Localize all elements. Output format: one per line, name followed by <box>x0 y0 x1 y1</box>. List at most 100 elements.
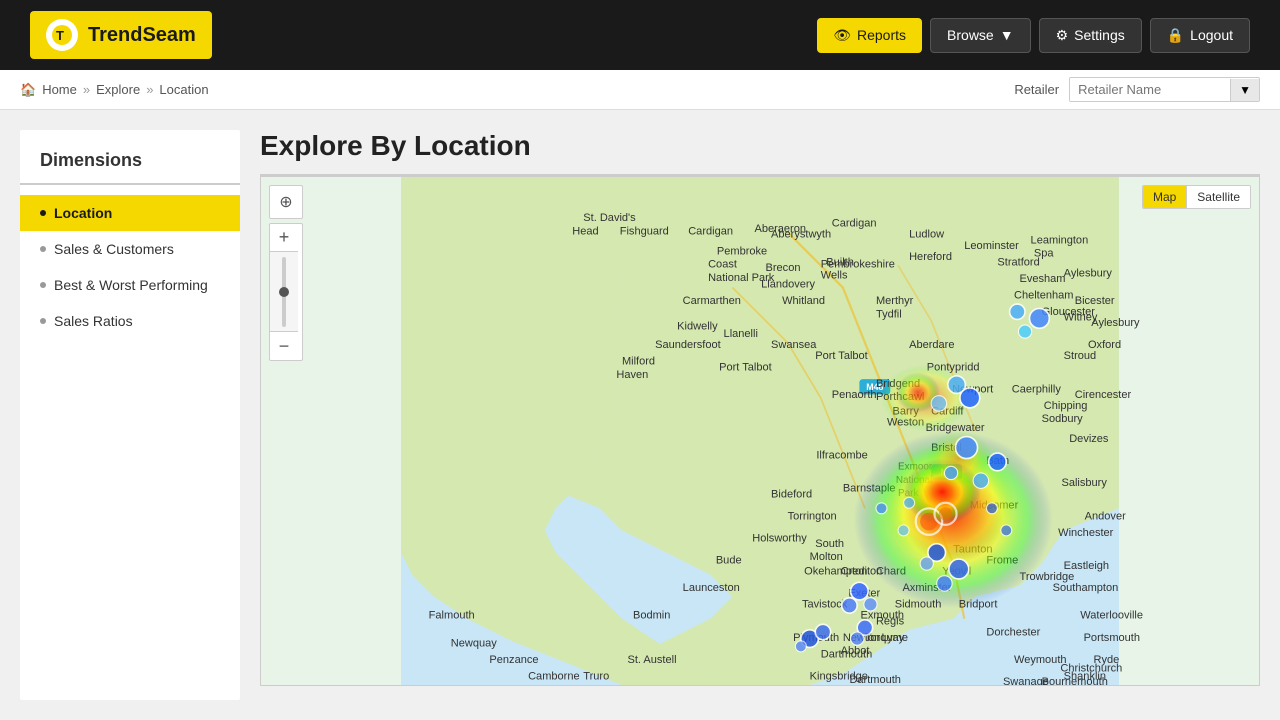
svg-text:Penaorth: Penaorth <box>832 389 877 401</box>
svg-text:Leamington: Leamington <box>1031 234 1089 246</box>
map-background: M48 M5 Leominster Leamington Spa Aylesbu… <box>261 177 1259 685</box>
reports-label: Reports <box>857 27 906 43</box>
sidebar-label-location: Location <box>54 205 112 221</box>
sidebar: Dimensions Location Sales & Customers Be… <box>20 130 240 700</box>
svg-text:Tydfil: Tydfil <box>876 308 902 320</box>
nav-buttons: 👁 Reports Browse ▼ ⚙ Settings 🔒 Logout <box>817 18 1250 53</box>
breadcrumb-sep-1: » <box>83 82 90 97</box>
chevron-down-icon: ▼ <box>1000 27 1014 43</box>
svg-text:Ludlow: Ludlow <box>909 229 944 241</box>
breadcrumb-location: Location <box>159 82 208 97</box>
logo-icon: T <box>46 19 78 51</box>
svg-text:Andover: Andover <box>1085 510 1126 522</box>
bullet-sales <box>40 246 46 252</box>
sidebar-title: Dimensions <box>20 150 240 185</box>
svg-text:Weymouth: Weymouth <box>1014 654 1067 666</box>
zoom-out-button[interactable]: − <box>270 332 298 360</box>
logo[interactable]: T TrendSeam <box>30 11 212 59</box>
svg-text:Pembroke: Pembroke <box>717 245 767 257</box>
svg-text:Wells: Wells <box>821 270 848 282</box>
svg-text:Aylesbury: Aylesbury <box>1091 317 1140 329</box>
svg-text:Waterlooville: Waterlooville <box>1080 610 1143 622</box>
svg-text:Milford: Milford <box>622 356 655 368</box>
svg-text:Launceston: Launceston <box>683 582 740 594</box>
zoom-in-button[interactable]: + <box>270 224 298 252</box>
svg-text:Penzance: Penzance <box>489 654 538 666</box>
svg-text:Cardigan: Cardigan <box>688 225 733 237</box>
svg-text:Saundersfoot: Saundersfoot <box>655 339 721 351</box>
browse-button[interactable]: Browse ▼ <box>930 18 1031 53</box>
sidebar-item-best-worst[interactable]: Best & Worst Performing <box>20 267 240 303</box>
svg-text:South: South <box>815 538 844 550</box>
map-type-satellite-button[interactable]: Satellite <box>1187 186 1250 208</box>
sidebar-label-sales: Sales & Customers <box>54 241 174 257</box>
svg-text:Stroud: Stroud <box>1064 350 1097 362</box>
retailer-filter: Retailer ▼ <box>1014 77 1260 102</box>
gear-icon: ⚙ <box>1056 27 1069 44</box>
svg-text:Caerphilly: Caerphilly <box>1012 383 1062 395</box>
breadcrumb-bar: 🏠 Home » Explore » Location Retailer ▼ <box>0 70 1280 110</box>
breadcrumb-sep-2: » <box>146 82 153 97</box>
bullet-best-worst <box>40 282 46 288</box>
settings-label: Settings <box>1074 27 1125 43</box>
svg-text:Okehampton: Okehampton <box>804 566 867 578</box>
zoom-track <box>282 257 286 327</box>
svg-text:Aberaeron: Aberaeron <box>754 223 806 235</box>
zoom-slider[interactable] <box>270 252 298 332</box>
svg-text:Southampton: Southampton <box>1053 582 1119 594</box>
svg-text:Cardigan: Cardigan <box>832 218 877 230</box>
map-container[interactable]: M48 M5 Leominster Leamington Spa Aylesbu… <box>260 176 1260 686</box>
map-pan-button[interactable]: ⊕ <box>269 185 303 219</box>
sidebar-item-sales-ratios[interactable]: Sales Ratios <box>20 303 240 339</box>
svg-text:T: T <box>56 28 64 43</box>
svg-text:St. David's: St. David's <box>583 212 636 224</box>
header: T TrendSeam 👁 Reports Browse ▼ ⚙ Setting… <box>0 0 1280 70</box>
retailer-name-input[interactable] <box>1070 78 1230 101</box>
bullet-sales-ratios <box>40 318 46 324</box>
reports-button[interactable]: 👁 Reports <box>817 18 922 53</box>
svg-text:Aberdare: Aberdare <box>909 339 954 351</box>
sidebar-item-location[interactable]: Location <box>20 195 240 231</box>
map-controls: ⊕ + − <box>269 185 303 361</box>
svg-text:Ilfracombe: Ilfracombe <box>816 450 868 462</box>
svg-text:Sodbury: Sodbury <box>1042 413 1084 425</box>
svg-text:Chipping: Chipping <box>1044 400 1088 412</box>
home-icon: 🏠 <box>20 82 36 98</box>
svg-text:Kidwelly: Kidwelly <box>677 320 718 332</box>
breadcrumb-home[interactable]: Home <box>42 82 77 97</box>
svg-text:Cheltenham: Cheltenham <box>1014 289 1073 301</box>
svg-text:Christchurch: Christchurch <box>1060 663 1122 675</box>
map-section: Explore By Location <box>260 130 1260 700</box>
svg-text:Llandovery: Llandovery <box>761 278 815 290</box>
svg-text:Molton: Molton <box>810 551 843 563</box>
logo-text: TrendSeam <box>88 24 196 47</box>
settings-button[interactable]: ⚙ Settings <box>1039 18 1142 53</box>
svg-text:Holsworthy: Holsworthy <box>752 532 807 544</box>
lock-icon: 🔒 <box>1167 27 1184 44</box>
svg-text:Carmarthen: Carmarthen <box>683 295 741 307</box>
page-title: Explore By Location <box>260 130 1260 162</box>
svg-text:Haven: Haven <box>616 369 648 381</box>
map-zoom-control: + − <box>269 223 303 361</box>
svg-text:Torrington: Torrington <box>788 510 837 522</box>
map-type-map-button[interactable]: Map <box>1143 186 1186 208</box>
svg-text:Leominster: Leominster <box>964 240 1019 252</box>
svg-text:Bournemouth: Bournemouth <box>1042 676 1108 685</box>
svg-text:Bideford: Bideford <box>771 488 812 500</box>
retailer-dropdown-button[interactable]: ▼ <box>1230 79 1259 101</box>
sidebar-item-sales[interactable]: Sales & Customers <box>20 231 240 267</box>
logout-button[interactable]: 🔒 Logout <box>1150 18 1250 53</box>
svg-text:Bodmin: Bodmin <box>633 610 670 622</box>
zoom-thumb <box>279 287 289 297</box>
svg-text:Builth: Builth <box>826 256 854 268</box>
breadcrumb: 🏠 Home » Explore » Location <box>20 82 209 98</box>
svg-text:Stratford: Stratford <box>997 256 1039 268</box>
svg-text:Abbot: Abbot <box>841 645 870 657</box>
breadcrumb-explore[interactable]: Explore <box>96 82 140 97</box>
svg-text:Head: Head <box>572 225 598 237</box>
retailer-select-wrapper: ▼ <box>1069 77 1260 102</box>
svg-text:Swansea: Swansea <box>771 339 817 351</box>
svg-text:Dorchester: Dorchester <box>986 626 1040 638</box>
svg-text:Truro: Truro <box>583 670 609 682</box>
svg-text:Falmouth: Falmouth <box>429 610 475 622</box>
